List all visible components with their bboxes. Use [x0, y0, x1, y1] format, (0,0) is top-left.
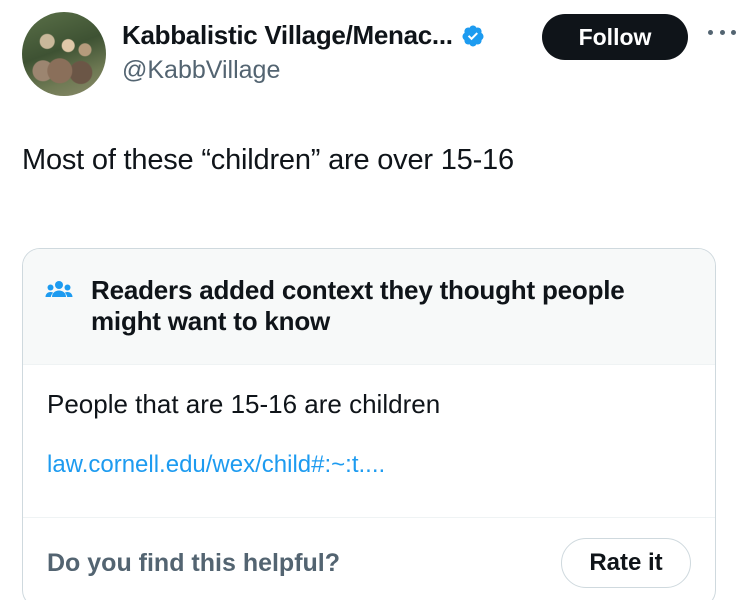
follow-button[interactable]: Follow [542, 14, 688, 60]
avatar[interactable] [22, 12, 106, 96]
more-dot [708, 30, 713, 35]
tweet-text: Most of these “children” are over 15-16 [22, 144, 514, 176]
more-dot [719, 30, 725, 35]
community-note-text: People that are 15-16 are children [47, 389, 441, 419]
rate-it-button[interactable]: Rate it [561, 538, 691, 588]
tweet-header: Kabbalistic Village/Menac... @KabbVillag… [22, 12, 736, 98]
community-note-link[interactable]: law.cornell.edu/wex/child#:~:t.... [47, 451, 693, 479]
helpful-prompt: Do you find this helpful? [47, 548, 341, 577]
community-note-title: Readers added context they thought peopl… [91, 275, 625, 336]
community-note-footer: Do you find this helpful? Rate it [23, 518, 715, 600]
verified-badge-icon [462, 25, 484, 46]
community-note-body: People that are 15-16 are children law.c… [23, 365, 715, 518]
readers-icon [45, 281, 73, 297]
name-row: Kabbalistic Village/Menac... [122, 20, 485, 51]
display-name[interactable]: Kabbalistic Village/Menac... [122, 20, 453, 51]
more-horizontal-icon[interactable] [708, 30, 736, 38]
community-note-card: Readers added context they thought peopl… [22, 248, 716, 600]
more-dot [731, 30, 736, 35]
community-note-header: Readers added context they thought peopl… [23, 249, 715, 365]
user-handle[interactable]: @KabbVillage [122, 56, 280, 85]
